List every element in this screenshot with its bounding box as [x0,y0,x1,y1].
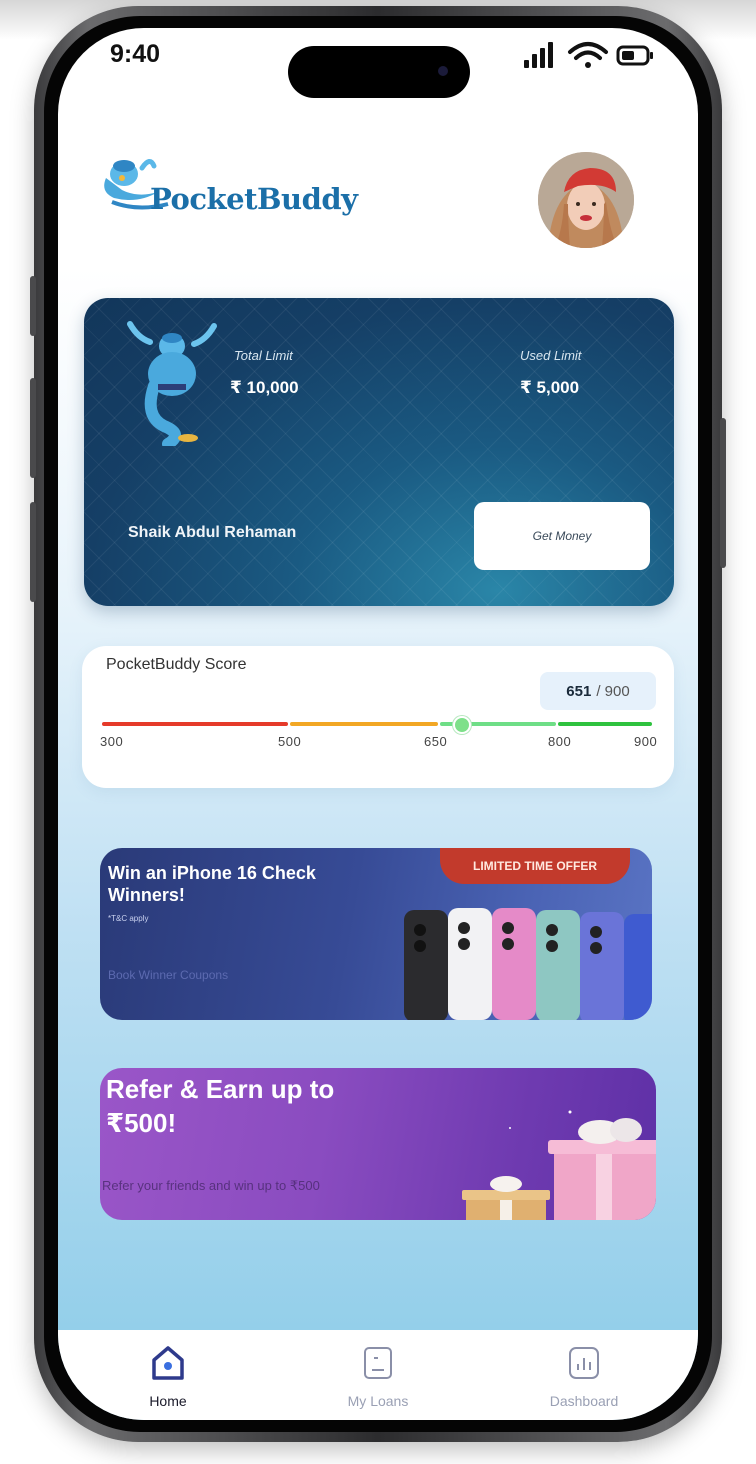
iphone-banner-note: Book Winner Coupons [108,968,229,982]
score-max: / 900 [596,682,630,700]
score-bar-excellent [558,722,652,726]
total-limit-value: ₹ 10,000 [230,378,299,397]
app-screen: 9:40 PocketBuddy Total Limit ₹ 10,000 Us… [58,28,698,1420]
profile-avatar[interactable] [538,152,634,248]
score-tick: 800 [548,734,572,749]
iphone-offer-banner[interactable]: Win an iPhone 16 Check Winners! *T&C app… [100,848,652,1020]
front-camera [438,66,448,76]
nav-dashboard[interactable]: Dashboard [534,1344,634,1409]
nav-dashboard-label: Dashboard [549,1393,619,1409]
home-icon [152,1346,184,1380]
volume-down-button [30,502,36,602]
power-button [720,418,726,568]
avatar-image [538,152,634,248]
iphone-banner-terms: *T&C apply [108,914,149,923]
refer-earn-banner[interactable]: Refer & Earn up to ₹500! Refer your frie… [100,1068,656,1220]
iphones-image [404,908,652,1020]
pocketbuddy-score-card: PocketBuddy Score 651 / 900 300 500 650 … [82,646,674,788]
gift-boxes-image [462,1110,656,1220]
wifi-icon [568,42,608,68]
credit-limit-card: Total Limit ₹ 10,000 Used Limit ₹ 5,000 … [84,298,674,606]
signal-icon [524,42,553,68]
battery-icon [616,45,653,66]
score-badge: 651 / 900 [540,672,656,710]
refer-banner-title: Refer & Earn up to ₹500! [106,1074,335,1138]
loans-icon [364,1347,392,1379]
used-limit-value: ₹ 5,000 [520,378,580,397]
dynamic-island [288,46,470,98]
genie-icon [127,321,217,446]
bottom-navigation: Home My Loans Dashboard [58,1330,698,1420]
nav-home[interactable]: Home [118,1344,218,1409]
limited-offer-tag: LIMITED TIME OFFER [440,848,630,884]
status-time: 9:40 [110,40,161,68]
score-tick: 500 [278,734,302,749]
app-logo-text: PocketBuddy [150,182,358,216]
iphone-banner-title: Win an iPhone 16 Check Winners! [108,863,316,905]
nav-my-loans-label: My Loans [347,1393,409,1409]
score-bar-mid [290,722,438,726]
total-limit-label: Total Limit [234,348,293,363]
score-tick: 900 [634,734,658,749]
mute-switch [30,276,36,336]
score-indicator [452,716,471,734]
nav-home-label: Home [149,1393,187,1409]
dashboard-icon [569,1347,599,1379]
score-tick: 300 [100,734,124,749]
score-tick: 650 [424,734,448,749]
get-money-button[interactable]: Get Money [474,502,650,570]
card-holder-name: Shaik Abdul Rehaman [128,524,297,541]
used-limit-label: Used Limit [520,348,582,363]
score-title: PocketBuddy Score [106,656,247,673]
status-icons [524,42,653,68]
score-bar-low [102,722,288,726]
score-value: 651 [566,682,592,700]
refer-banner-sub: Refer your friends and win up to ₹500 [102,1178,320,1193]
volume-up-button [30,378,36,478]
nav-my-loans[interactable]: My Loans [328,1344,428,1409]
